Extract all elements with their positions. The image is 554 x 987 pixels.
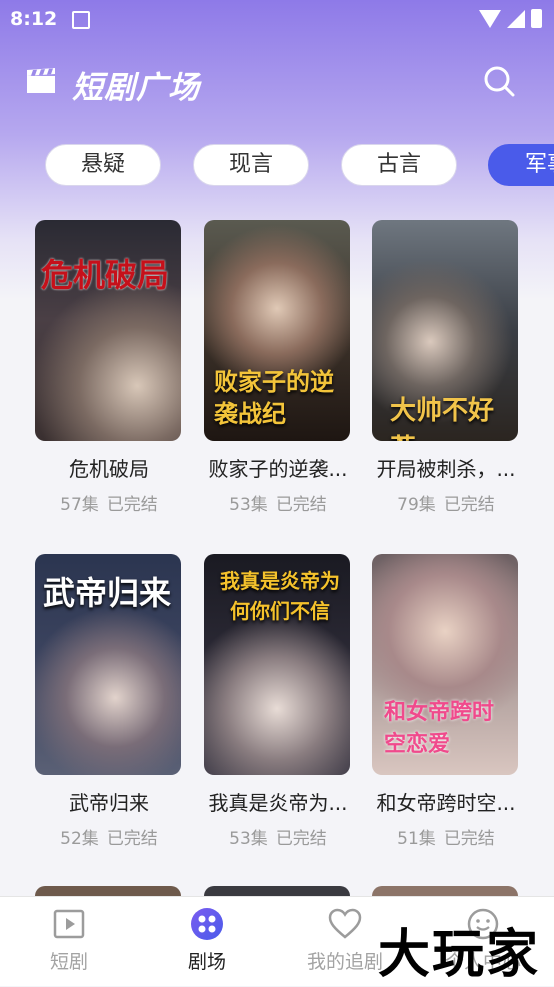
clapperboard-icon — [27, 68, 55, 93]
episode-count: 51集 — [397, 829, 436, 849]
heart-icon — [328, 908, 362, 939]
status-bar: 8:12 — [0, 0, 554, 38]
drama-meta: 79集 已完结 — [372, 490, 520, 515]
drama-meta: 57集 已完结 — [35, 490, 183, 515]
drama-poster[interactable]: 和女帝跨时空恋爱 — [372, 554, 518, 775]
notification-icon — [72, 11, 90, 29]
episode-count: 53集 — [229, 495, 268, 515]
poster-title: 武帝归来 — [43, 574, 172, 612]
page-title: 短剧广场 — [72, 70, 200, 106]
drama-poster[interactable]: 大帅不好惹 — [372, 220, 518, 441]
drama-card[interactable]: 武帝归来 武帝归来 52集 已完结 — [35, 554, 183, 849]
episode-count: 53集 — [229, 829, 268, 849]
drama-status: 已完结 — [443, 829, 495, 849]
drama-poster[interactable]: 败家子的逆袭战纪 — [204, 220, 350, 441]
drama-status: 已完结 — [106, 495, 158, 515]
poster-title: 大帅不好惹 — [390, 396, 495, 441]
drama-poster[interactable]: 武帝归来 — [35, 554, 181, 775]
tab-ancient-romance[interactable]: 古言 — [341, 144, 457, 186]
nav-label: 剧场 — [187, 951, 226, 973]
status-time: 8:12 — [10, 8, 58, 30]
poster-title: 我真是炎帝为何你们不信 — [220, 569, 340, 623]
tab-suspense[interactable]: 悬疑 — [45, 144, 161, 186]
episode-count: 79集 — [397, 495, 436, 515]
signal-icon — [507, 9, 525, 28]
search-icon[interactable] — [482, 64, 516, 98]
drama-title: 我真是炎帝为... — [208, 791, 348, 815]
episode-count: 57集 — [60, 495, 99, 515]
nav-theater[interactable]: 剧场 — [138, 907, 276, 974]
drama-card[interactable]: 和女帝跨时空恋爱 和女帝跨时空... 51集 已完结 — [372, 554, 520, 849]
drama-title: 武帝归来 — [69, 791, 149, 815]
nav-shorts[interactable]: 短剧 — [0, 907, 138, 974]
theater-icon — [191, 908, 223, 940]
drama-status: 已完结 — [275, 829, 327, 849]
drama-title: 败家子的逆袭... — [208, 457, 348, 481]
drama-meta: 53集 已完结 — [204, 824, 352, 849]
tab-modern-romance[interactable]: 现言 — [193, 144, 309, 186]
play-icon — [53, 909, 85, 939]
drama-status: 已完结 — [443, 495, 495, 515]
watermark-text: 大玩家 — [378, 924, 541, 985]
drama-card[interactable]: 大帅不好惹 开局被刺杀，... 79集已完结 — [372, 220, 520, 515]
drama-card[interactable]: 我真是炎帝为何你们不信 我真是炎帝为... 53集 已完结 — [204, 554, 352, 849]
poster-title: 和女帝跨时空恋爱 — [384, 699, 495, 757]
drama-status: 已完结 — [106, 829, 158, 849]
drama-title: 开局被刺杀，... — [376, 457, 516, 481]
tab-military[interactable]: 军事 — [488, 144, 554, 186]
drama-meta: 52集 已完结 — [35, 824, 183, 849]
nav-label: 短剧 — [49, 951, 88, 973]
drama-poster[interactable]: 我真是炎帝为何你们不信 — [204, 554, 350, 775]
drama-meta: 53集 已完结 — [204, 490, 352, 515]
drama-card[interactable]: 败家子的逆袭战纪 败家子的逆袭... 53集 已完结 — [204, 220, 352, 515]
poster-title: 危机破局 — [41, 256, 170, 294]
drama-title: 和女帝跨时空... — [376, 791, 516, 815]
wifi-icon — [479, 9, 501, 28]
drama-title: 危机破局 — [69, 457, 149, 481]
drama-poster[interactable]: 危机破局 — [35, 220, 181, 441]
drama-card[interactable]: 危机破局 危机破局 57集 已完结 — [35, 220, 183, 515]
category-tabs: 悬疑 现言 古言 军事 — [0, 144, 554, 190]
poster-title: 败家子的逆袭战纪 — [214, 367, 334, 428]
drama-meta: 51集 已完结 — [372, 824, 520, 849]
app-header: 短剧广场 — [0, 50, 554, 120]
drama-status: 已完结 — [275, 495, 327, 515]
battery-icon — [531, 9, 542, 28]
episode-count: 52集 — [60, 829, 99, 849]
